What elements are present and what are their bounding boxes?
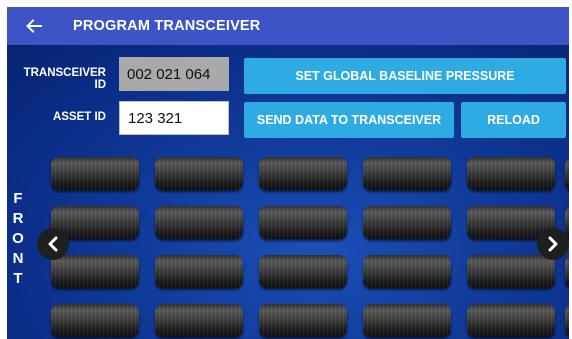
tire-slot[interactable] bbox=[259, 206, 347, 239]
previous-page-button[interactable] bbox=[37, 228, 69, 260]
asset-id-input[interactable]: 123 321 bbox=[119, 101, 229, 135]
tire-slot[interactable] bbox=[155, 206, 243, 239]
tire-slot-partial bbox=[565, 304, 569, 337]
send-data-to-transceiver-button[interactable]: SEND DATA TO TRANSCEIVER bbox=[244, 102, 454, 138]
tire-slot[interactable] bbox=[259, 157, 347, 190]
tire-slot[interactable] bbox=[259, 304, 347, 337]
tire-slot[interactable] bbox=[51, 157, 139, 190]
tire-slot[interactable] bbox=[467, 157, 555, 190]
tire-slot[interactable] bbox=[467, 255, 555, 288]
chevron-right-icon bbox=[548, 236, 558, 252]
front-letter: N bbox=[12, 250, 24, 267]
transceiver-id-field: 002 021 064 bbox=[119, 57, 229, 91]
reload-button[interactable]: RELOAD bbox=[461, 102, 566, 138]
set-global-baseline-pressure-button[interactable]: SET GLOBAL BASELINE PRESSURE bbox=[244, 58, 566, 94]
tire-slot[interactable] bbox=[155, 157, 243, 190]
main-content: TRANSCEIVER ID 002 021 064 ASSET ID 123 … bbox=[7, 45, 569, 339]
front-label: F R O N T bbox=[11, 189, 25, 289]
tire-slot-partial bbox=[565, 255, 569, 288]
page-title: PROGRAM TRANSCEIVER bbox=[73, 18, 261, 34]
app-bar: PROGRAM TRANSCEIVER bbox=[7, 7, 569, 45]
front-letter: O bbox=[12, 230, 24, 247]
tire-slot[interactable] bbox=[51, 255, 139, 288]
front-letter: T bbox=[13, 270, 23, 287]
transceiver-id-label: TRANSCEIVER ID bbox=[23, 67, 106, 91]
tire-slot[interactable] bbox=[259, 255, 347, 288]
tire-slot-partial bbox=[565, 157, 569, 190]
asset-id-label: ASSET ID bbox=[52, 111, 106, 123]
arrow-left-icon bbox=[26, 19, 42, 33]
tire-slot[interactable] bbox=[155, 304, 243, 337]
tire-slot[interactable] bbox=[363, 255, 451, 288]
front-letter: F bbox=[13, 190, 23, 207]
tire-slot[interactable] bbox=[363, 206, 451, 239]
tire-slot[interactable] bbox=[363, 304, 451, 337]
tire-slot[interactable] bbox=[467, 304, 555, 337]
tire-slot[interactable] bbox=[363, 157, 451, 190]
back-button[interactable] bbox=[23, 15, 45, 37]
next-page-button[interactable] bbox=[537, 228, 569, 260]
tire-slot[interactable] bbox=[155, 255, 243, 288]
tire-slot[interactable] bbox=[51, 304, 139, 337]
front-letter: R bbox=[12, 210, 24, 227]
app-window: PROGRAM TRANSCEIVER TRANSCEIVER ID 002 0… bbox=[7, 7, 569, 339]
chevron-left-icon bbox=[48, 236, 58, 252]
